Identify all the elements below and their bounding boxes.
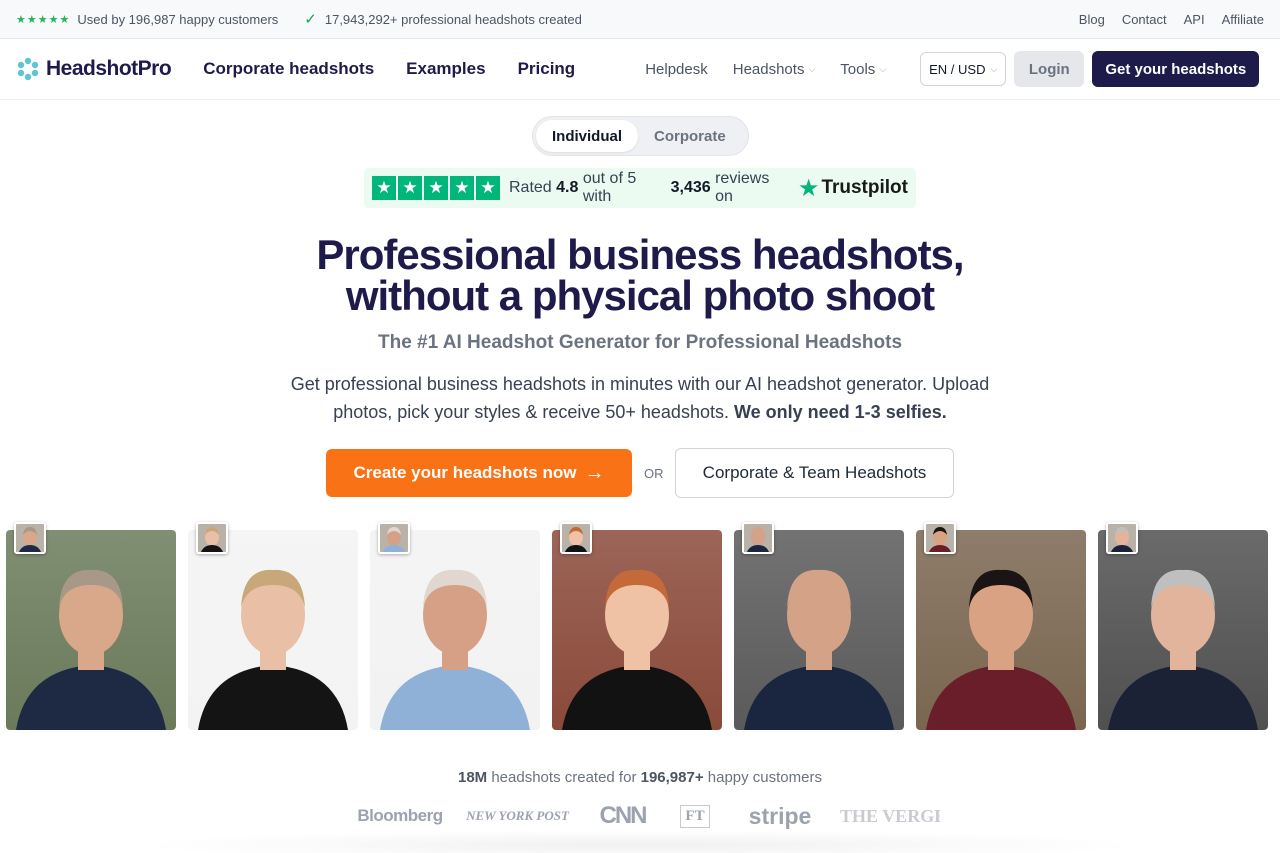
headshot-man-glasses[interactable] — [1098, 522, 1268, 730]
api-link[interactable]: API — [1184, 12, 1205, 27]
headshot-photo — [734, 530, 904, 730]
helpdesk-label: Helpdesk — [645, 60, 708, 78]
headshots-label: Headshots — [732, 60, 805, 78]
trustpilot-star-icon: ★ — [797, 174, 820, 202]
headshot-photo — [916, 530, 1086, 730]
stats-text2: happy customers — [707, 769, 822, 786]
toggle-individual[interactable]: Individual — [536, 120, 639, 152]
hero-description-bold: We only need 1-3 selfies. — [733, 402, 947, 422]
hero-title-line2: without a physical photo shoot — [345, 272, 935, 319]
selfie-thumbnail — [378, 522, 410, 554]
language-currency-select[interactable]: EN / USD ⌵ — [920, 52, 1007, 86]
stats-customers: 196,987+ — [640, 769, 704, 786]
out-of-label: out of 5 with — [582, 170, 637, 205]
headshot-photo — [552, 530, 722, 730]
cnn-logo: CNN — [599, 802, 648, 829]
selfie-thumbnail — [1106, 522, 1138, 554]
nav-helpdesk[interactable]: Helpdesk — [645, 61, 708, 78]
hero-title: Professional business headshots, without… — [240, 231, 1040, 319]
headshot-photo — [188, 530, 358, 730]
selfie-thumbnail — [924, 522, 956, 554]
corporate-team-button[interactable]: Corporate & Team Headshots — [675, 448, 954, 498]
top-announcement-bar: ★ ★ ★ ★ ★ Used by 196,987 happy customers ✓ … — [0, 0, 1280, 39]
ft-logo-text: FT — [680, 804, 710, 828]
nav-tools-dropdown[interactable]: Tools ⌵ — [840, 61, 886, 78]
trustpilot-stars-icon: ★ ★ ★ ★ ★ — [372, 176, 500, 200]
stats-text1: headshots created for — [491, 769, 637, 786]
nav-examples[interactable]: Examples — [406, 59, 485, 79]
bloomberg-logo: Bloomberg — [357, 806, 443, 825]
rating-value: 4.8 — [556, 179, 579, 196]
headshot-photo — [1098, 530, 1268, 730]
audience-toggle: Individual Corporate — [532, 116, 749, 156]
contact-link[interactable]: Contact — [1122, 12, 1167, 27]
headshot-man-blue-shirt[interactable] — [370, 522, 540, 730]
selfie-thumbnail — [14, 522, 46, 554]
main-navigation: HeadshotPro Corporate headshots Examples… — [0, 39, 1280, 100]
affiliate-link[interactable]: Affiliate — [1222, 12, 1264, 27]
press-logos: Bloomberg NEW YORK POST CNN FT stripe TH… — [340, 798, 940, 834]
headshot-photo — [6, 530, 176, 730]
stripe-logo: stripe — [748, 802, 812, 829]
selfie-thumbnail — [560, 522, 592, 554]
stats-line: 18M headshots created for 196,987+ happy… — [0, 769, 1280, 786]
headshot-woman-dark-hair[interactable] — [916, 522, 1086, 730]
create-headshots-button[interactable]: Create your headshots now → — [326, 449, 632, 497]
logo-text: HeadshotPro — [46, 57, 172, 80]
bottom-shadow — [130, 830, 1150, 853]
the-verge-logo: THE VERGE — [840, 805, 940, 826]
hero-title-line1: Professional business headshots, — [316, 231, 964, 278]
create-headshots-label: Create your headshots now — [353, 463, 577, 482]
chevron-down-icon: ⌵ — [879, 63, 887, 74]
get-headshots-button[interactable]: Get your headshots — [1092, 51, 1260, 87]
arrow-right-icon: → — [584, 461, 605, 484]
headshots-created-text: 17,943,292+ professional headshots creat… — [324, 11, 582, 27]
stats-count: 18M — [457, 769, 488, 786]
blog-link[interactable]: Blog — [1079, 12, 1105, 27]
rated-label: Rated — [509, 179, 552, 196]
trustpilot-logo: ★ Trustpilot — [798, 174, 908, 203]
hero-description: Get professional business headshots in m… — [260, 370, 1020, 426]
checkmark-icon: ✓ — [304, 11, 317, 28]
language-currency-value: EN / USD — [929, 61, 986, 77]
headshot-photo — [370, 530, 540, 730]
nav-headshots-dropdown[interactable]: Headshots ⌵ — [733, 61, 816, 78]
tools-label: Tools — [840, 60, 876, 78]
selfie-thumbnail — [742, 522, 774, 554]
customers-count-text: Used by 196,987 happy customers — [77, 11, 279, 27]
rating-stars-icon: ★ ★ ★ ★ ★ — [16, 13, 70, 26]
headshotpro-logo[interactable]: HeadshotPro — [16, 57, 172, 81]
login-button[interactable]: Login — [1014, 51, 1085, 87]
headshot-man-bald[interactable] — [734, 522, 904, 730]
toggle-corporate[interactable]: Corporate — [638, 120, 742, 152]
ft-logo: FT — [670, 804, 720, 828]
trustpilot-rating-banner[interactable]: ★ ★ ★ ★ ★ Rated 4.8 out of 5 with 3,436 revi… — [364, 168, 916, 208]
chevron-down-icon: ⌵ — [990, 63, 998, 74]
logo-icon — [17, 57, 39, 81]
headshot-man-park[interactable] — [6, 522, 176, 730]
hero-subtitle: The #1 AI Headshot Generator for Profess… — [377, 332, 903, 353]
headshot-woman-redhead[interactable] — [552, 522, 722, 730]
trustpilot-brand-text: Trustpilot — [821, 177, 908, 198]
nav-corporate-headshots[interactable]: Corporate headshots — [203, 59, 374, 79]
selfie-thumbnail — [196, 522, 228, 554]
or-divider: OR — [644, 466, 664, 481]
reviews-count: 3,436 — [670, 179, 711, 196]
headshot-examples-row — [6, 522, 1268, 730]
nav-pricing[interactable]: Pricing — [518, 59, 576, 79]
chevron-down-icon: ⌵ — [808, 63, 816, 74]
new-york-post-logo: NEW YORK POST — [466, 808, 569, 823]
headshot-woman-blonde[interactable] — [188, 522, 358, 730]
reviews-on-label: reviews on — [715, 170, 770, 205]
